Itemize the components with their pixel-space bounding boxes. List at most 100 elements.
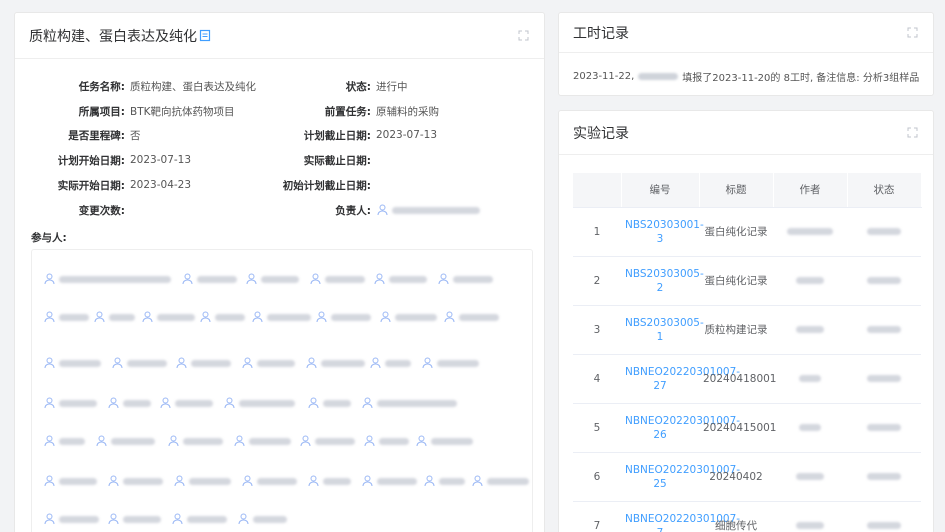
expand-icon[interactable] bbox=[516, 29, 530, 43]
column-header-status[interactable]: 状态 bbox=[847, 173, 922, 208]
participant-chip[interactable] bbox=[422, 356, 479, 370]
table-row[interactable]: 3 NBS20303005-1 质粒构建记录 bbox=[573, 305, 921, 355]
record-code-link[interactable]: NBS20303001-3 bbox=[621, 207, 704, 257]
participant-chip[interactable] bbox=[174, 474, 231, 488]
participant-chip[interactable] bbox=[108, 474, 163, 488]
experiment-records-header: 实验记录 bbox=[559, 111, 933, 155]
participant-chip[interactable] bbox=[362, 474, 417, 488]
user-icon bbox=[44, 475, 55, 487]
column-header-title[interactable]: 标题 bbox=[699, 173, 774, 208]
participant-chip[interactable] bbox=[300, 434, 355, 448]
participant-chip[interactable] bbox=[142, 310, 195, 324]
column-header-code[interactable]: 编号 bbox=[621, 173, 700, 208]
record-code-link[interactable]: NBNEO20220301007-7 bbox=[621, 501, 740, 532]
table-row[interactable]: 1 NBS20303001-3 蛋白纯化记录 bbox=[573, 207, 921, 257]
participant-chip[interactable] bbox=[182, 272, 237, 286]
participant-chip[interactable] bbox=[44, 396, 97, 410]
participant-chip[interactable] bbox=[310, 272, 365, 286]
participant-chip[interactable] bbox=[444, 310, 499, 324]
record-author-redacted bbox=[773, 452, 847, 502]
participant-chip[interactable] bbox=[306, 356, 365, 370]
task-info-card: 质粒构建、蛋白表达及纯化 任务名称: 质粒构建、蛋白表达及纯化 状态: 进行中 … bbox=[14, 12, 545, 532]
participant-chip[interactable] bbox=[44, 434, 85, 448]
participant-chip[interactable] bbox=[242, 474, 297, 488]
row-index: 6 bbox=[573, 452, 621, 502]
user-icon bbox=[374, 273, 385, 285]
user-icon bbox=[44, 357, 55, 369]
milestone-label: 是否里程碑: bbox=[68, 129, 125, 142]
participant-name-redacted bbox=[191, 359, 231, 367]
participant-chip[interactable] bbox=[108, 512, 161, 526]
record-code-link[interactable]: NBNEO20220301007-26 bbox=[621, 403, 740, 453]
participant-chip[interactable] bbox=[380, 310, 437, 324]
participant-name-redacted bbox=[59, 359, 101, 367]
participant-chip[interactable] bbox=[176, 356, 231, 370]
participant-chip[interactable] bbox=[308, 474, 351, 488]
participant-chip[interactable] bbox=[472, 474, 529, 488]
initial-planned-end-row: 初始计划截止日期: bbox=[261, 178, 376, 192]
project-row: 所属项目: BTK靶向抗体药物项目 bbox=[31, 104, 235, 118]
participant-chip[interactable] bbox=[168, 434, 223, 448]
expand-icon[interactable] bbox=[905, 26, 919, 40]
participant-chip[interactable] bbox=[424, 474, 465, 488]
participant-name-redacted bbox=[157, 313, 195, 321]
participant-chip[interactable] bbox=[44, 474, 97, 488]
participant-name-redacted bbox=[323, 399, 351, 407]
owner-label: 负责人: bbox=[335, 204, 371, 217]
participant-chip[interactable] bbox=[44, 272, 171, 286]
participant-chip[interactable] bbox=[96, 434, 155, 448]
participant-chip[interactable] bbox=[364, 434, 409, 448]
record-code-link[interactable]: NBS20303005-2 bbox=[621, 256, 704, 306]
participant-chip[interactable] bbox=[438, 272, 493, 286]
participant-chip[interactable] bbox=[242, 356, 295, 370]
table-row[interactable]: 4 NBNEO20220301007-27 20240418001 bbox=[573, 354, 921, 404]
status-row: 状态: 进行中 bbox=[261, 79, 408, 93]
participant-chip[interactable] bbox=[416, 434, 473, 448]
expand-icon[interactable] bbox=[905, 126, 919, 140]
user-icon bbox=[377, 204, 388, 216]
participant-chip[interactable] bbox=[94, 310, 135, 324]
participant-chip[interactable] bbox=[160, 396, 213, 410]
table-row[interactable]: 7 NBNEO20220301007-7 细胞传代 bbox=[573, 501, 921, 532]
actual-end-label: 实际截止日期: bbox=[303, 154, 371, 167]
table-row[interactable]: 5 NBNEO20220301007-26 20240415001 bbox=[573, 403, 921, 453]
participant-chip[interactable] bbox=[200, 310, 245, 324]
participant-chip[interactable] bbox=[44, 356, 101, 370]
table-row[interactable]: 2 NBS20303005-2 蛋白纯化记录 bbox=[573, 256, 921, 306]
participant-name-redacted bbox=[59, 437, 85, 445]
record-code-link[interactable]: NBS20303005-1 bbox=[621, 305, 704, 355]
participant-chip[interactable] bbox=[172, 512, 227, 526]
column-header-author[interactable]: 作者 bbox=[773, 173, 848, 208]
record-code-link[interactable]: NBNEO20220301007-25 bbox=[621, 452, 740, 502]
task-name-row: 任务名称: 质粒构建、蛋白表达及纯化 bbox=[31, 79, 256, 93]
participant-name-redacted bbox=[487, 477, 529, 485]
record-code-link[interactable]: NBNEO20220301007-27 bbox=[621, 354, 740, 404]
document-icon[interactable] bbox=[199, 29, 211, 42]
participant-name-redacted bbox=[437, 359, 479, 367]
participant-chip[interactable] bbox=[362, 396, 457, 410]
record-status-redacted bbox=[847, 354, 921, 404]
participant-chip[interactable] bbox=[316, 310, 371, 324]
participant-chip[interactable] bbox=[370, 356, 411, 370]
row-index: 3 bbox=[573, 305, 621, 355]
participant-chip[interactable] bbox=[234, 434, 291, 448]
participant-chip[interactable] bbox=[44, 512, 99, 526]
participants-label: 参与人: bbox=[31, 232, 67, 244]
participant-chip[interactable] bbox=[108, 396, 151, 410]
participant-chip[interactable] bbox=[238, 512, 287, 526]
participant-chip[interactable] bbox=[112, 356, 167, 370]
participant-name-redacted bbox=[59, 477, 97, 485]
user-icon bbox=[108, 475, 119, 487]
participant-chip[interactable] bbox=[308, 396, 351, 410]
planned-end-label: 计划截止日期: bbox=[303, 129, 371, 142]
experiment-records-title: 实验记录 bbox=[573, 125, 629, 142]
record-status-redacted bbox=[847, 501, 921, 532]
participant-chip[interactable] bbox=[374, 272, 427, 286]
table-row[interactable]: 6 NBNEO20220301007-25 20240402 bbox=[573, 452, 921, 502]
participant-chip[interactable] bbox=[246, 272, 299, 286]
participant-chip[interactable] bbox=[252, 310, 311, 324]
time-log-title: 工时记录 bbox=[573, 25, 629, 42]
participant-chip[interactable] bbox=[224, 396, 295, 410]
user-icon bbox=[380, 311, 391, 323]
participant-chip[interactable] bbox=[44, 310, 89, 324]
